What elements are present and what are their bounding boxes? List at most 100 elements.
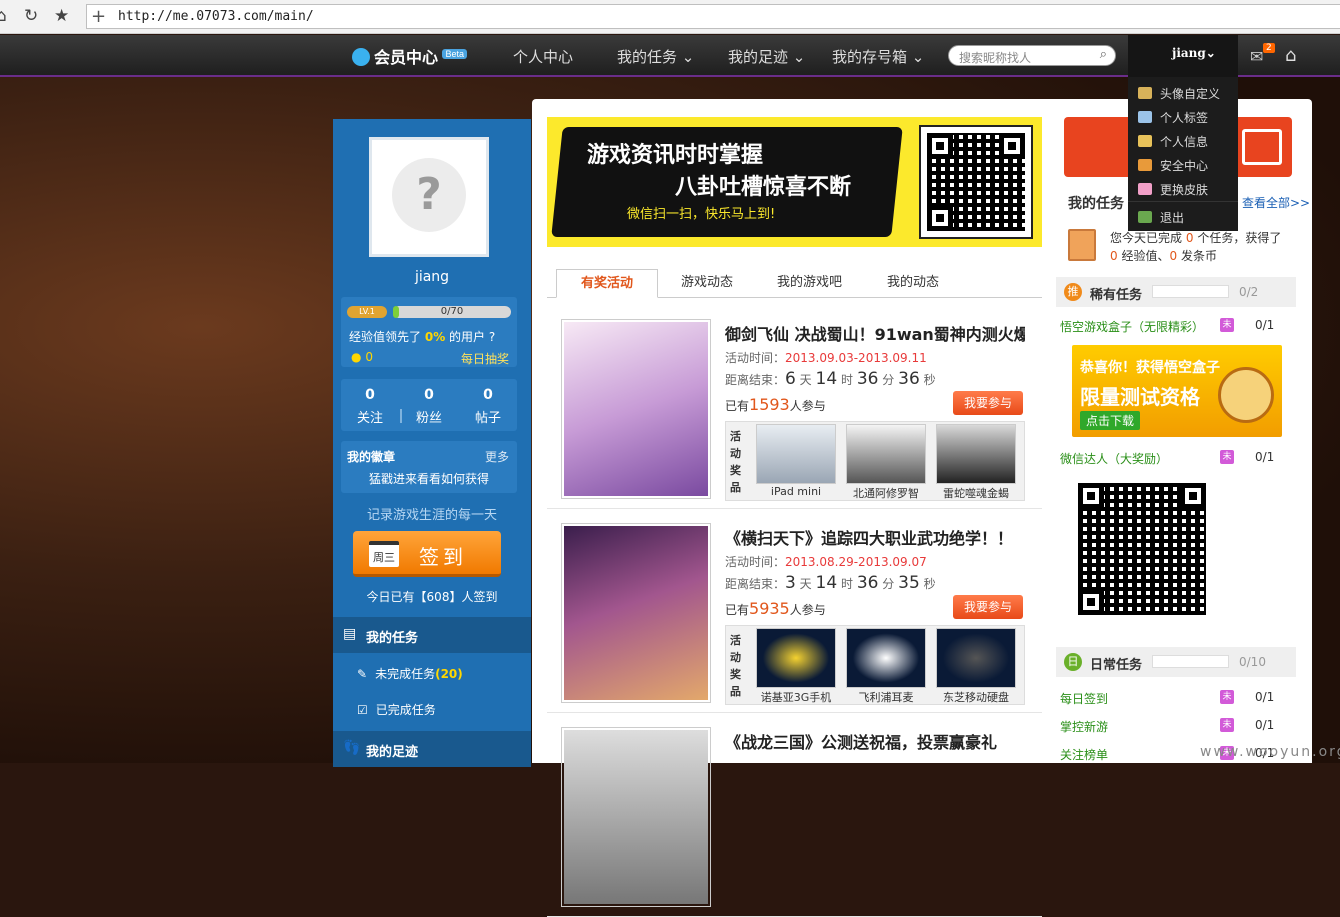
prize-item[interactable]: 东芝移动硬盘 (936, 628, 1016, 704)
wechat-banner[interactable]: 游戏资讯时时掌握 八卦吐槽惊喜不断 微信扫一扫，快乐马上到! (547, 117, 1042, 247)
sign-in-button[interactable]: 周三 签到 (353, 531, 501, 577)
task-summary-text: 经验值、 (1121, 249, 1170, 263)
join-button[interactable]: 我要参与 (953, 391, 1023, 415)
address-bar[interactable]: + http://me.07073.com/main/ (86, 4, 1340, 29)
my-footprint-header-label: 我的足迹 (366, 745, 419, 760)
activity-poster (564, 322, 708, 496)
task-status-badge: 未 (1220, 718, 1234, 732)
home-icon[interactable]: ⌂ (1285, 45, 1296, 66)
stat-value: 0 (365, 387, 375, 403)
rare-tasks-progress (1152, 285, 1229, 298)
menu-item-logout[interactable]: 退出 (1138, 209, 1184, 226)
stat-posts[interactable]: 0 帖子 (459, 387, 517, 426)
nav-my-tasks[interactable]: 我的任务 ⌄ (617, 46, 694, 67)
user-menu-button[interactable]: jiang⌄ (1128, 35, 1238, 77)
stat-follow[interactable]: 0 关注 (341, 387, 399, 426)
search-icon[interactable]: ⌕ (1100, 47, 1107, 62)
menu-item-tags[interactable]: 个人标签 (1138, 109, 1208, 126)
participant-prefix: 已有 (725, 603, 750, 617)
tab-my-game-bar[interactable]: 我的游戏吧 (753, 269, 866, 298)
home-icon[interactable]: ⌂ (0, 6, 7, 26)
countdown-seconds: 35 (898, 573, 920, 593)
activity-image[interactable] (561, 319, 711, 499)
user-search-input[interactable]: 搜索昵称找人 ⌕ (948, 45, 1116, 66)
promo-line-1: 恭喜你！获得悟空盒子 (1080, 360, 1220, 376)
daily-lottery-link[interactable]: 每日抽奖 (461, 350, 509, 367)
avatar[interactable]: ? (369, 137, 489, 257)
reload-icon[interactable]: ↻ (24, 6, 38, 26)
coin-count: ● 0 (351, 350, 373, 364)
task-row[interactable]: 微信达人（大奖励） 未 0/1 (1060, 450, 1296, 467)
nav-my-account-box[interactable]: 我的存号箱 ⌄ (832, 46, 924, 67)
stat-value: 0 (424, 387, 434, 403)
menu-item-label: 退出 (1160, 211, 1185, 225)
task-summary: 您今天已完成 0 个任务，获得了 0 经验值、0 发条币 (1110, 229, 1310, 265)
activity-title[interactable]: 《横扫天下》追踪四大职业武功绝学！！ (725, 525, 1025, 549)
prize-label: 活动奖品 (730, 634, 741, 698)
tab-my-updates[interactable]: 我的动态 (863, 269, 963, 298)
badges-desc-link[interactable]: 猛戳进来看看如何获得 (369, 470, 489, 487)
nav-my-tasks-label: 我的任务 (617, 48, 678, 66)
new-tab-icon[interactable]: + (91, 6, 106, 27)
nav-personal-center[interactable]: 个人中心 (513, 46, 573, 67)
countdown-days: 6 (785, 369, 796, 389)
activity-title[interactable]: 《战龙三国》公测送祝福，投票赢豪礼 (725, 729, 1025, 753)
prize-item[interactable]: 雷蛇噬魂金蝎 (936, 424, 1016, 500)
prize-item[interactable]: 诺基亚3G手机 (756, 628, 836, 704)
mail-icon[interactable]: ✉ (1250, 47, 1263, 66)
rare-tasks-count: 0/2 (1239, 285, 1259, 299)
participant-count: 已有5935人参与 (725, 599, 826, 618)
task-summary-exp: 0 (1110, 249, 1118, 263)
task-row[interactable]: 每日签到 未 0/1 (1060, 690, 1296, 707)
wukong-promo-banner[interactable]: 恭喜你！获得悟空盒子 限量测试资格 点击下载 (1072, 345, 1282, 437)
task-status-badge: 未 (1220, 450, 1234, 464)
my-tasks-header[interactable]: ▤ 我的任务 (333, 617, 531, 653)
incomplete-tasks-link[interactable]: ✎ 未完成任务(20) (357, 665, 463, 682)
nav-my-footprint-label: 我的足迹 (728, 48, 789, 66)
exp-rank-percent: 0% (424, 330, 446, 344)
promo-download-button[interactable]: 点击下载 (1080, 411, 1141, 430)
activity-image[interactable] (561, 727, 711, 907)
activity-card: 御剑飞仙 决战蜀山！91wan蜀神内测火爆 活动时间：2013.09.03-20… (547, 309, 1042, 509)
bookmark-star-icon[interactable]: ★ (54, 6, 69, 26)
rare-tasks-header: 推 稀有任务 0/2 (1056, 277, 1296, 307)
menu-item-skin[interactable]: 更换皮肤 (1138, 181, 1208, 198)
nav-my-footprint[interactable]: 我的足迹 ⌄ (728, 46, 805, 67)
view-all-link[interactable]: 查看全部>> (1242, 194, 1310, 211)
url-text[interactable]: http://me.07073.com/main/ (118, 9, 314, 24)
task-summary-count: 0 (1185, 231, 1194, 245)
record-slogan: 记录游戏生涯的每一天 (366, 508, 497, 523)
activity-title[interactable]: 御剑飞仙 决战蜀山！91wan蜀神内测火爆 (725, 321, 1025, 345)
tab-game-news[interactable]: 游戏动态 (657, 269, 757, 298)
prize-image (846, 628, 926, 688)
join-button[interactable]: 我要参与 (953, 595, 1023, 619)
menu-item-security[interactable]: 安全中心 (1138, 157, 1208, 174)
my-footprint-header[interactable]: 👣 我的足迹 (333, 731, 531, 767)
prize-name: 飞利浦耳麦 (858, 691, 914, 704)
help-icon[interactable]: ? (489, 330, 495, 344)
countdown-label: 距离结束： (725, 373, 786, 387)
task-row[interactable]: 掌控新游 未 0/1 (1060, 718, 1296, 735)
daily-tasks-progress (1152, 655, 1229, 668)
menu-item-info[interactable]: 个人信息 (1138, 133, 1208, 150)
site-top-nav: 会员中心 Beta 个人中心 我的任务 ⌄ 我的足迹 ⌄ 我的存号箱 ⌄ 搜索昵… (0, 35, 1340, 77)
site-logo[interactable]: 会员中心 Beta (352, 44, 467, 68)
prize-item[interactable]: 北通阿修罗智 (846, 424, 926, 500)
username-text: jiang (1172, 46, 1206, 60)
unit: 秒 (923, 373, 936, 387)
prize-item[interactable]: 飞利浦耳麦 (846, 628, 926, 704)
activity-image[interactable] (561, 523, 711, 703)
badges-more-link[interactable]: 更多 (485, 448, 509, 465)
countdown-label: 距离结束： (725, 577, 786, 591)
task-row[interactable]: 悟空游戏盒子（无限精彩） 未 0/1 (1060, 318, 1296, 335)
badges-panel: 我的徽章 更多 猛戳进来看看如何获得 (341, 441, 517, 493)
menu-item-avatar-custom[interactable]: 头像自定义 (1138, 85, 1220, 102)
tab-rewards[interactable]: 有奖活动 (556, 269, 659, 298)
complete-tasks-link[interactable]: ☑ 已完成任务 (357, 701, 436, 718)
prize-item[interactable]: iPad mini (756, 424, 836, 500)
qr-code-image (919, 125, 1033, 239)
unit: 天 (799, 373, 812, 387)
stat-fans[interactable]: 0 粉丝 (400, 387, 458, 426)
beta-badge: Beta (442, 49, 467, 59)
participant-suffix: 人参与 (789, 399, 826, 413)
